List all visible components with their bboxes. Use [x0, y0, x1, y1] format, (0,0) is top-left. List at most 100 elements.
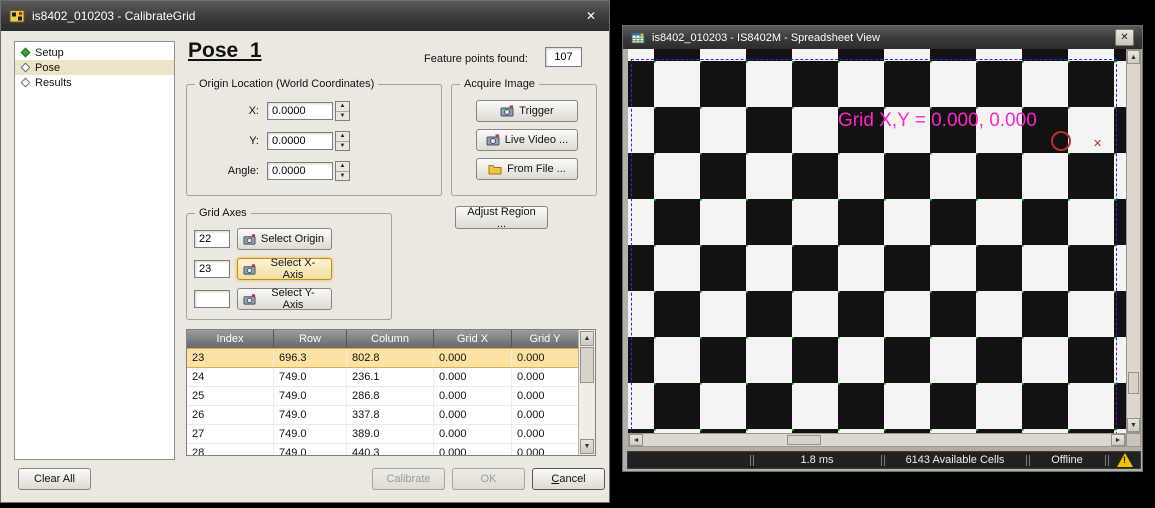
column-header-index[interactable]: Index: [187, 330, 274, 348]
scroll-down-icon[interactable]: ▼: [580, 439, 594, 454]
scrollbar-thumb[interactable]: [787, 435, 821, 445]
table-cell: 0.000: [512, 349, 578, 367]
table-scrollbar[interactable]: ▲ ▼: [578, 330, 595, 455]
angle-spinner[interactable]: ▲ ▼: [335, 161, 350, 181]
select-origin-label: Select Origin: [261, 233, 324, 245]
camera-icon: [500, 104, 514, 118]
scrollbar-corner: [1126, 433, 1141, 447]
connection-status: Offline: [1031, 452, 1103, 468]
scroll-down-icon[interactable]: ▼: [1127, 418, 1140, 432]
table-cell: 389.0: [347, 425, 434, 443]
select-origin-button[interactable]: Select Origin: [237, 228, 332, 250]
spreadsheet-titlebar[interactable]: is8402_010203 - IS8402M - Spreadsheet Vi…: [623, 26, 1142, 49]
table-cell: 0.000: [434, 406, 512, 424]
tree-item-results[interactable]: Results: [15, 75, 174, 90]
table-cell: 236.1: [347, 368, 434, 386]
scroll-up-icon[interactable]: ▲: [1127, 50, 1140, 64]
calibrate-button[interactable]: Calibrate: [372, 468, 445, 490]
table-cell: 440.3: [347, 444, 434, 456]
table-cell: 749.0: [274, 368, 347, 386]
grid-axes-group: Grid Axes 22 Select Origin 23 Select X-A…: [186, 213, 392, 320]
y-axis-index-field[interactable]: [194, 290, 230, 308]
group-title: Acquire Image: [460, 78, 539, 90]
table-cell: 749.0: [274, 425, 347, 443]
scroll-up-icon[interactable]: ▲: [580, 331, 594, 346]
table-cell: 749.0: [274, 406, 347, 424]
live-video-label: Live Video ...: [505, 134, 568, 146]
x-spinner[interactable]: ▲ ▼: [335, 101, 350, 121]
pose-heading: Pose 1: [188, 39, 262, 63]
table-row[interactable]: 26 749.0 337.8 0.000 0.000: [187, 406, 595, 425]
warning-exclamation: !: [1123, 455, 1126, 465]
table-cell: 23: [187, 349, 274, 367]
close-icon[interactable]: ✕: [1115, 29, 1134, 46]
table-row[interactable]: 28 749.0 440.3 0.000 0.000: [187, 444, 595, 456]
feature-points-value: 107: [545, 47, 582, 67]
y-input[interactable]: 0.0000: [267, 132, 333, 150]
x-axis-index-field[interactable]: 23: [194, 260, 230, 278]
spin-down-icon[interactable]: ▼: [336, 171, 349, 181]
table-cell: 24: [187, 368, 274, 386]
adjust-region-label: Adjust Region ...: [462, 206, 541, 230]
origin-marker-circle: [1051, 131, 1071, 151]
angle-input[interactable]: 0.0000: [267, 162, 333, 180]
calibrate-label: Calibrate: [386, 473, 430, 485]
table-row[interactable]: 23 696.3 802.8 0.000 0.000: [187, 348, 595, 368]
table-cell: 286.8: [347, 387, 434, 405]
trigger-button[interactable]: Trigger: [476, 100, 578, 122]
table-row[interactable]: 27 749.0 389.0 0.000 0.000: [187, 425, 595, 444]
column-header-grid-y[interactable]: Grid Y: [512, 330, 578, 348]
select-x-axis-button[interactable]: Select X-Axis: [237, 258, 332, 280]
column-header-column[interactable]: Column: [347, 330, 434, 348]
live-video-button[interactable]: Live Video ...: [476, 129, 578, 151]
setup-step-icon: [21, 48, 31, 58]
table-cell: 0.000: [434, 425, 512, 443]
spin-up-icon[interactable]: ▲: [336, 162, 349, 171]
origin-index-field[interactable]: 22: [194, 230, 230, 248]
y-spinner[interactable]: ▲ ▼: [335, 131, 350, 151]
ok-button[interactable]: OK: [452, 468, 525, 490]
desktop-background: is8402_010203 - CalibrateGrid ✕ Setup Po…: [0, 0, 1155, 508]
table-row[interactable]: 24 749.0 236.1 0.000 0.000: [187, 368, 595, 387]
table-cell: 0.000: [512, 425, 578, 443]
spin-up-icon[interactable]: ▲: [336, 102, 349, 111]
calibrategrid-titlebar[interactable]: is8402_010203 - CalibrateGrid ✕: [1, 1, 609, 31]
column-header-grid-x[interactable]: Grid X: [434, 330, 512, 348]
table-cell: 0.000: [434, 387, 512, 405]
table-cell: 749.0: [274, 387, 347, 405]
close-icon[interactable]: ✕: [581, 7, 601, 25]
tree-item-label: Results: [35, 77, 72, 89]
table-cell: 25: [187, 387, 274, 405]
table-cell: 0.000: [512, 406, 578, 424]
image-vertical-scrollbar[interactable]: ▲ ▼: [1126, 49, 1141, 433]
image-horizontal-scrollbar[interactable]: ◄ ►: [628, 433, 1126, 447]
table-row[interactable]: 25 749.0 286.8 0.000 0.000: [187, 387, 595, 406]
wizard-step-list: Setup Pose Results: [14, 41, 175, 460]
spin-down-icon[interactable]: ▼: [336, 141, 349, 151]
scrollbar-thumb[interactable]: [1128, 372, 1139, 394]
column-header-row[interactable]: Row: [274, 330, 347, 348]
warning-segment[interactable]: !: [1110, 452, 1140, 468]
tree-item-pose[interactable]: Pose: [15, 60, 174, 75]
table-cell: 0.000: [434, 349, 512, 367]
x-input[interactable]: 0.0000: [267, 102, 333, 120]
spreadsheet-app-icon: [631, 31, 645, 45]
cancel-button[interactable]: Cancel: [532, 468, 605, 490]
spin-down-icon[interactable]: ▼: [336, 111, 349, 121]
scroll-right-icon[interactable]: ►: [1111, 434, 1125, 446]
ok-label: OK: [481, 473, 497, 485]
scroll-left-icon[interactable]: ◄: [629, 434, 643, 446]
from-file-button[interactable]: From File ...: [476, 158, 578, 180]
spin-up-icon[interactable]: ▲: [336, 132, 349, 141]
statusbar-separator: [1024, 455, 1031, 466]
adjust-region-button[interactable]: Adjust Region ...: [455, 206, 548, 229]
folder-icon: [488, 162, 502, 176]
scrollbar-thumb[interactable]: [580, 347, 594, 383]
origin-location-group: Origin Location (World Coordinates) X: 0…: [186, 84, 442, 196]
select-y-axis-button[interactable]: Select Y-Axis: [237, 288, 332, 310]
clear-all-button[interactable]: Clear All: [18, 468, 91, 490]
tree-item-setup[interactable]: Setup: [15, 45, 174, 60]
group-title: Origin Location (World Coordinates): [195, 78, 378, 90]
camera-image-checkerboard[interactable]: Grid X,Y = 0.000, 0.000 ✕: [628, 49, 1126, 433]
camera-icon: [243, 233, 256, 246]
